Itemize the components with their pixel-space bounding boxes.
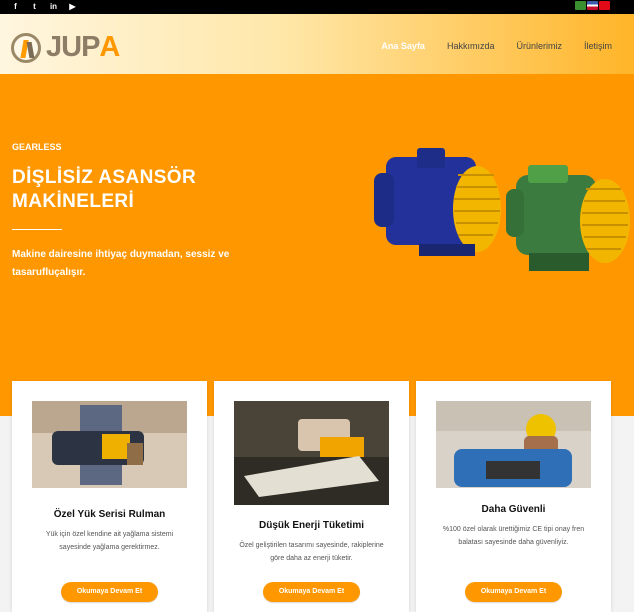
read-more-button-guvenli[interactable]: Okumaya Devam Et xyxy=(465,582,562,602)
card-title: Özel Yük Serisi Rulman xyxy=(53,509,166,520)
hero-kicker: GEARLESS xyxy=(12,142,62,152)
gearless-motors-image xyxy=(374,148,630,271)
read-more-button-rulman[interactable]: Okumaya Devam Et xyxy=(61,582,158,602)
turkish-flag-icon[interactable] xyxy=(599,1,610,10)
site-header: JUPA Ana Sayfa Hakkımızda Ürünlerimiz İl… xyxy=(0,14,634,74)
facebook-icon[interactable]: f xyxy=(10,2,21,12)
worker-helmet-photo xyxy=(436,401,591,488)
arabic-flag-icon[interactable] xyxy=(575,1,586,10)
jupa-logo[interactable]: JUPA xyxy=(11,31,120,64)
top-bar: f t in ▶ xyxy=(0,0,634,14)
language-flags xyxy=(575,1,610,10)
card-text: %100 özel olarak ürettiğimiz CE tipi ona… xyxy=(442,526,585,546)
hero-divider xyxy=(12,229,62,230)
logo-text: JUPA xyxy=(46,31,120,63)
feature-card-guvenli: Daha Güvenli %100 özel olarak ürettiğimi… xyxy=(416,381,611,612)
youtube-icon[interactable]: ▶ xyxy=(67,2,78,12)
hero-title: DİŞLİSİZ ASANSÖR MAKİNELERİ xyxy=(12,167,197,212)
english-flag-icon[interactable] xyxy=(587,1,598,10)
read-more-button-enerji[interactable]: Okumaya Devam Et xyxy=(263,582,360,602)
feature-card-rulman: Özel Yük Serisi Rulman Yük için özel ken… xyxy=(12,381,207,612)
hero-section: GEARLESS DİŞLİSİZ ASANSÖR MAKİNELERİ Mak… xyxy=(0,74,634,416)
green-motor xyxy=(506,165,630,271)
worker-toolbelt-photo xyxy=(32,401,187,488)
card-title: Daha Güvenli xyxy=(481,504,546,515)
twitter-icon[interactable]: t xyxy=(29,2,40,12)
linkedin-icon[interactable]: in xyxy=(48,2,59,12)
hero-subtitle: Makine dairesine ihtiyaç duymadan, sessi… xyxy=(12,249,230,278)
card-text: Özel geliştirilen tasarımı sayesinde, ra… xyxy=(239,542,384,562)
jupa-logo-icon xyxy=(11,32,41,63)
feature-card-enerji: Düşük Enerji Tüketimi Özel geliştirilen … xyxy=(214,381,409,612)
worker-plans-photo xyxy=(234,401,389,505)
main-navigation: Ana Sayfa Hakkımızda Ürünlerimiz İletişi… xyxy=(381,41,612,51)
social-links: f t in ▶ xyxy=(10,2,78,12)
blue-motor xyxy=(374,148,501,256)
nav-urunlerimiz[interactable]: Ürünlerimiz xyxy=(516,41,562,51)
nav-hakkimizda[interactable]: Hakkımızda xyxy=(447,41,495,51)
card-title: Düşük Enerji Tüketimi xyxy=(258,520,365,531)
card-text: Yük için özel kendine ait yağlama sistem… xyxy=(45,531,174,551)
nav-ana-sayfa[interactable]: Ana Sayfa xyxy=(381,41,425,51)
nav-iletisim[interactable]: İletişim xyxy=(584,41,612,51)
